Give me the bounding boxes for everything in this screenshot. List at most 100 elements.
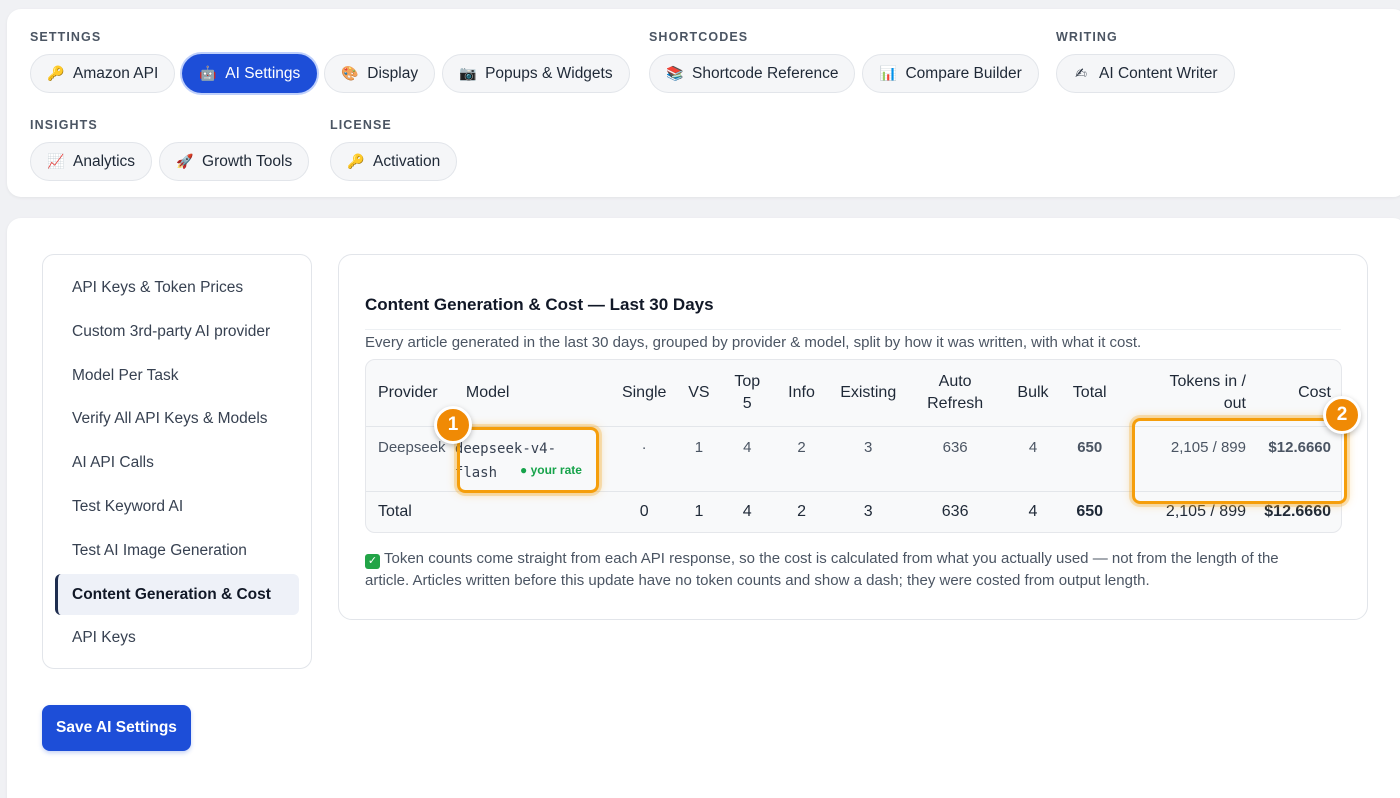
nav-group-settings: SETTINGS 🔑 Amazon API 🤖 AI Settings 🎨 Di… bbox=[30, 28, 630, 93]
cell-total-top5: 4 bbox=[742, 503, 752, 521]
cell-cost: $12.6660 bbox=[1268, 438, 1331, 456]
col-header-auto-refresh: Auto Refresh bbox=[927, 372, 984, 412]
robot-icon: 🤖 bbox=[199, 65, 217, 81]
books-icon: 📚 bbox=[666, 65, 684, 81]
pill-label: Popups & Widgets bbox=[485, 64, 613, 82]
pill-label: AI Content Writer bbox=[1099, 64, 1218, 82]
nav-analytics[interactable]: 📈 Analytics bbox=[30, 142, 153, 181]
nav-ai-settings[interactable]: 🤖 AI Settings bbox=[182, 54, 318, 93]
cell-total-auto-refresh: 636 bbox=[941, 503, 969, 521]
pill-label: Amazon API bbox=[73, 64, 159, 82]
nav-growth-tools[interactable]: 🚀 Growth Tools bbox=[159, 142, 310, 181]
group-label: SETTINGS bbox=[30, 30, 102, 44]
col-header-single: Single bbox=[621, 383, 667, 401]
nav-ai-content-writer[interactable]: ✍ AI Content Writer bbox=[1056, 54, 1235, 93]
col-header-bulk: Bulk bbox=[1017, 383, 1049, 401]
section-title: Content Generation & Cost — Last 30 Days bbox=[365, 295, 714, 314]
pill-label: Growth Tools bbox=[202, 152, 293, 170]
pill-label: Compare Builder bbox=[905, 64, 1022, 82]
col-header-vs: VS bbox=[688, 383, 710, 401]
cell-top5: 4 bbox=[743, 438, 752, 456]
cell-total-tokens: 2,105 / 899 bbox=[1165, 503, 1246, 521]
nav-group-insights: INSIGHTS 📈 Analytics 🚀 Growth Tools bbox=[30, 116, 310, 181]
submenu-api-keys[interactable]: API Keys bbox=[55, 617, 299, 658]
col-header-total: Total bbox=[1072, 383, 1107, 401]
cell-total-cost: $12.6660 bbox=[1264, 503, 1331, 521]
key-icon: 🔑 bbox=[47, 65, 65, 81]
main-panel: API Keys & Token Prices Custom 3rd-party… bbox=[7, 218, 1400, 798]
divider bbox=[365, 329, 1341, 330]
bar-chart-icon: 📊 bbox=[879, 65, 897, 81]
token-count-note: ✓ Token counts come straight from each AP… bbox=[365, 548, 1325, 592]
submenu-verify-api-keys[interactable]: Verify All API Keys & Models bbox=[55, 398, 299, 439]
submenu-custom-ai-provider[interactable]: Custom 3rd-party AI provider bbox=[55, 311, 299, 352]
save-ai-settings-button[interactable]: Save AI Settings bbox=[42, 705, 191, 751]
cell-vs: 1 bbox=[694, 438, 704, 456]
your-rate-badge: ● your rate bbox=[520, 463, 582, 477]
group-label: SHORTCODES bbox=[649, 30, 749, 44]
table-header-row: Provider Model Single VS Top 5 Info Exis… bbox=[366, 360, 1341, 426]
note-text: Token counts come straight from each API… bbox=[365, 550, 1279, 589]
cell-total-single: 0 bbox=[639, 503, 649, 521]
cell-single: · bbox=[641, 438, 647, 456]
cell-existing: 3 bbox=[864, 438, 873, 456]
nav-compare-builder[interactable]: 📊 Compare Builder bbox=[862, 54, 1039, 93]
key-icon: 🔑 bbox=[347, 153, 365, 169]
palette-icon: 🎨 bbox=[341, 65, 359, 81]
cell-model: deepseek-v4-flash ● your rate bbox=[454, 426, 613, 491]
pill-label: AI Settings bbox=[225, 64, 301, 82]
col-header-model: Model bbox=[465, 383, 510, 401]
cell-total-existing: 3 bbox=[863, 503, 873, 521]
top-navigation: SETTINGS 🔑 Amazon API 🤖 AI Settings 🎨 Di… bbox=[7, 9, 1400, 197]
rocket-icon: 🚀 bbox=[176, 153, 194, 169]
annotation-marker-2: 2 bbox=[1323, 396, 1361, 434]
ai-settings-submenu: API Keys & Token Prices Custom 3rd-party… bbox=[42, 254, 312, 669]
cell-bulk: 4 bbox=[1028, 438, 1038, 456]
camera-icon: 📷 bbox=[459, 65, 477, 81]
cell-total-total: 650 bbox=[1076, 503, 1104, 521]
group-label: LICENSE bbox=[330, 118, 392, 132]
pill-label: Display bbox=[367, 64, 419, 82]
cell-total-bulk: 4 bbox=[1028, 503, 1038, 521]
writing-hand-icon: ✍ bbox=[1075, 65, 1087, 81]
nav-popups-widgets[interactable]: 📷 Popups & Widgets bbox=[442, 54, 630, 93]
submenu-test-ai-image[interactable]: Test AI Image Generation bbox=[55, 530, 299, 571]
cell-total-vs: 1 bbox=[694, 503, 704, 521]
cost-table: Provider Model Single VS Top 5 Info Exis… bbox=[366, 360, 1341, 532]
pill-label: Shortcode Reference bbox=[692, 64, 839, 82]
submenu-api-keys-token-prices[interactable]: API Keys & Token Prices bbox=[55, 267, 299, 308]
nav-group-writing: WRITING ✍ AI Content Writer bbox=[1056, 28, 1235, 93]
submenu-content-generation-cost[interactable]: Content Generation & Cost bbox=[55, 573, 299, 615]
col-header-existing: Existing bbox=[840, 383, 897, 401]
table-total-row: Total 0 1 4 2 3 636 4 650 2,105 / 899 $1… bbox=[366, 491, 1341, 532]
pill-label: Activation bbox=[373, 152, 441, 170]
check-icon: ✓ bbox=[365, 554, 380, 569]
submenu-test-keyword-ai[interactable]: Test Keyword AI bbox=[55, 486, 299, 527]
group-label: INSIGHTS bbox=[30, 118, 98, 132]
cell-info: 2 bbox=[797, 438, 806, 456]
nav-shortcode-reference[interactable]: 📚 Shortcode Reference bbox=[649, 54, 856, 93]
pill-label: Analytics bbox=[73, 152, 136, 170]
submenu-ai-api-calls[interactable]: AI API Calls bbox=[55, 442, 299, 483]
nav-group-shortcodes: SHORTCODES 📚 Shortcode Reference 📊 Compa… bbox=[649, 28, 1039, 93]
trend-up-icon: 📈 bbox=[47, 153, 65, 169]
cell-total-info: 2 bbox=[797, 503, 806, 521]
table-row: Deepseek deepseek-v4-flash ● your rate ·… bbox=[366, 426, 1341, 491]
cell-tokens: 2,105 / 899 bbox=[1170, 438, 1246, 456]
cell-total-label: Total bbox=[378, 503, 412, 521]
col-header-info: Info bbox=[788, 383, 815, 401]
cost-table-container: Provider Model Single VS Top 5 Info Exis… bbox=[365, 359, 1342, 533]
col-header-top5: Top 5 bbox=[734, 372, 761, 412]
submenu-model-per-task[interactable]: Model Per Task bbox=[55, 355, 299, 396]
col-header-tokens: Tokens in / out bbox=[1169, 372, 1246, 412]
section-description: Every article generated in the last 30 d… bbox=[365, 334, 1142, 351]
cell-auto-refresh: 636 bbox=[942, 438, 968, 456]
annotation-marker-1: 1 bbox=[434, 406, 472, 444]
content-generation-panel: Content Generation & Cost — Last 30 Days… bbox=[338, 254, 1368, 620]
cell-empty bbox=[454, 491, 613, 532]
nav-activation[interactable]: 🔑 Activation bbox=[330, 142, 458, 181]
cell-total: 650 bbox=[1077, 438, 1103, 456]
nav-display[interactable]: 🎨 Display bbox=[324, 54, 436, 93]
nav-amazon-api[interactable]: 🔑 Amazon API bbox=[30, 54, 176, 93]
nav-group-license: LICENSE 🔑 Activation bbox=[330, 116, 458, 181]
